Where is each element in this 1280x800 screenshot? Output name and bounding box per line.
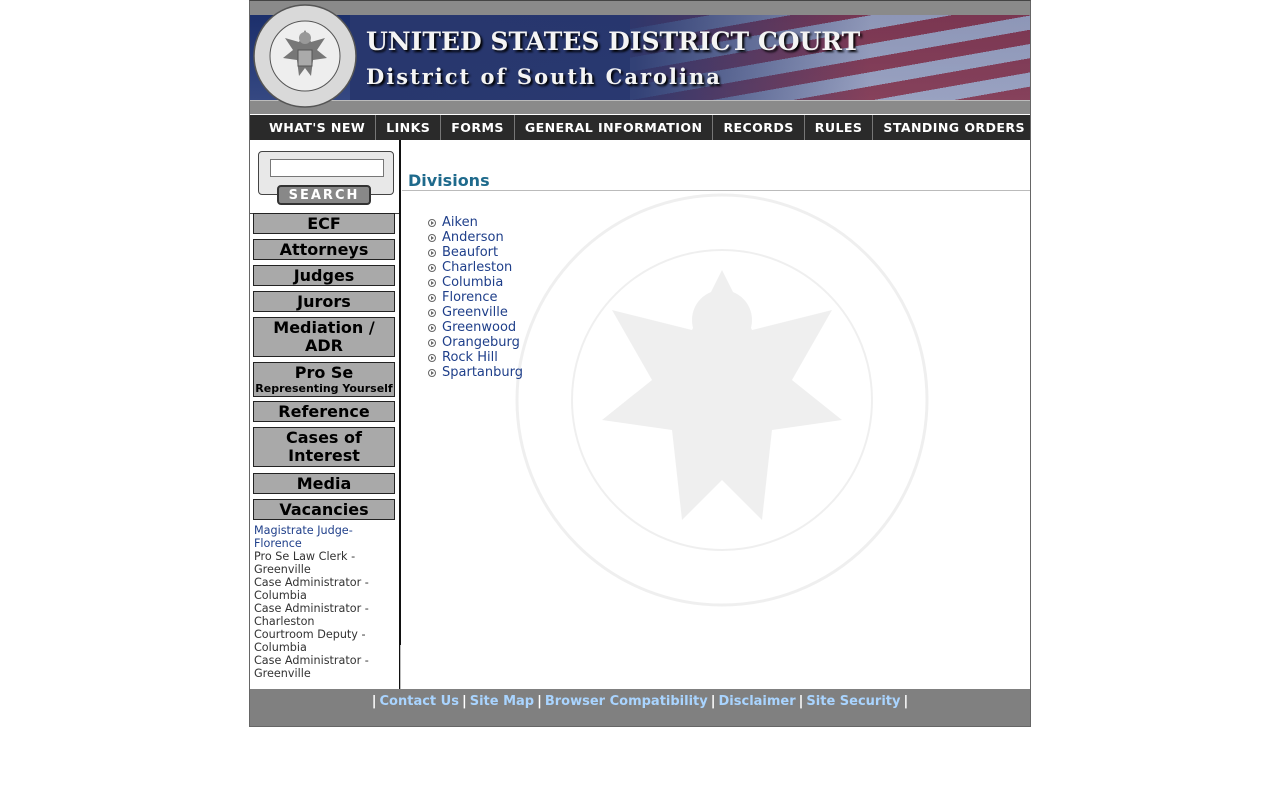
nav-item-records[interactable]: RECORDS [713,115,805,140]
sidebar-button-label: Cases of Interest [286,428,362,465]
division-link-columbia[interactable]: Columbia [442,275,503,290]
division-item: Spartanburg [428,365,523,380]
bullet-icon [428,218,436,227]
sidebar-button-jurors[interactable]: Jurors [253,291,395,312]
sidebar-button-ecf[interactable]: ECF [253,213,395,234]
sidebar-button-attorneys[interactable]: Attorneys [253,239,395,260]
nav-item-rules[interactable]: RULES [805,115,874,140]
nav-item-standing-orders[interactable]: STANDING ORDERS [873,115,1035,140]
nav-item-links[interactable]: LINKS [376,115,442,140]
court-seal-logo [253,4,357,108]
division-link-aiken[interactable]: Aiken [442,215,478,230]
sidebar-button-reference[interactable]: Reference [253,401,395,422]
vacancy-item[interactable]: Magistrate Judge- Florence [254,524,394,550]
sidebar-button-cases-of-interest[interactable]: Cases of Interest [253,427,395,467]
main-content: Divisions Aiken Anderson Beaufort Charlesto… [402,140,1030,689]
sidebar-button-label: Judges [293,266,355,285]
sidebar-button-label: Jurors [297,292,351,311]
search-box: SEARCH [258,151,394,205]
nav-item-general-information[interactable]: GENERAL INFORMATION [515,115,714,140]
division-item: Orangeburg [428,335,523,350]
footer: | Contact Us | Site Map | Browser Compatibili… [250,689,1030,726]
search-input[interactable] [270,159,384,177]
section-title: Divisions [408,171,490,190]
separator: | [371,694,377,709]
division-link-orangeburg[interactable]: Orangeburg [442,335,520,350]
seal-watermark [515,193,929,607]
bullet-icon [428,263,436,272]
footer-link-site-map[interactable]: Site Map [470,694,534,709]
bullet-icon [428,368,436,377]
division-item: Charleston [428,260,523,275]
division-item: Rock Hill [428,350,523,365]
search-button[interactable]: SEARCH [277,185,371,205]
court-title: UNITED STATES DISTRICT COURT [366,27,861,56]
footer-link-site-security[interactable]: Site Security [806,694,900,709]
sidebar-button-pro-se[interactable]: Pro Se Representing Yourself [253,362,395,397]
sidebar-button-vacancies[interactable]: Vacancies [253,499,395,520]
separator: | [537,694,542,709]
division-item: Greenville [428,305,523,320]
divider [400,645,401,689]
sidebar-button-mediation-adr[interactable]: Mediation / ADR [253,317,395,357]
nav-item-forms[interactable]: FORMS [441,115,515,140]
sidebar: SEARCH ECF Attorneys Judges Jurors Mediation… [250,140,401,689]
division-link-rock-hill[interactable]: Rock Hill [442,350,498,365]
bullet-icon [428,248,436,257]
division-item: Anderson [428,230,523,245]
division-link-anderson[interactable]: Anderson [442,230,504,245]
division-item: Beaufort [428,245,523,260]
bullet-icon [428,308,436,317]
division-item: Columbia [428,275,523,290]
header-banner: UNITED STATES DISTRICT COURT District of… [250,1,1030,114]
division-link-greenwood[interactable]: Greenwood [442,320,516,335]
bullet-icon [428,353,436,362]
division-link-greenville[interactable]: Greenville [442,305,508,320]
division-item: Aiken [428,215,523,230]
sidebar-button-label: Reference [278,402,370,421]
sidebar-button-label: Media [296,474,352,493]
vacancy-item: Case Administrator - Greenville [254,654,369,680]
divider [402,190,1030,191]
vacancy-item: Courtroom Deputy - Columbia [254,628,366,654]
bullet-icon [428,233,436,242]
separator: | [710,694,716,709]
sidebar-button-judges[interactable]: Judges [253,265,395,286]
nav-item-what-s-new[interactable]: WHAT'S NEW [259,115,377,140]
top-navigation: WHAT'S NEW LINKS FORMS GENERAL INFORMATION R… [250,115,1030,140]
vacancy-list: Magistrate Judge- Florence Pro Se Law Cle… [254,524,394,680]
vacancy-item: Pro Se Law Clerk - Greenville [254,550,356,576]
separator: | [798,694,804,709]
division-item: Greenwood [428,320,523,335]
sidebar-button-sublabel: Representing Yourself [255,382,393,395]
court-subtitle: District of South Carolina [366,64,722,89]
banner-bottom-band [250,100,1030,114]
division-link-charleston[interactable]: Charleston [442,260,512,275]
bullet-icon [428,293,436,302]
sidebar-button-label: Pro Se [294,363,354,382]
bullet-icon [428,338,436,347]
division-link-beaufort[interactable]: Beaufort [442,245,498,260]
division-link-spartanburg[interactable]: Spartanburg [442,365,523,380]
vacancy-item: Case Administrator - Charleston [254,602,369,628]
sidebar-button-label: ECF [307,214,341,233]
sidebar-button-media[interactable]: Media [253,473,395,494]
separator: | [903,694,909,709]
footer-link-contact-us[interactable]: Contact Us [380,694,459,709]
division-link-florence[interactable]: Florence [442,290,498,305]
bullet-icon [428,278,436,287]
separator: | [461,694,467,709]
footer-link-browser-compatibility[interactable]: Browser Compatibility [545,694,708,709]
sidebar-button-label: Vacancies [279,500,369,519]
division-item: Florence [428,290,523,305]
vacancy-item: Case Administrator - Columbia [254,576,369,602]
sidebar-button-label: Mediation / ADR [273,318,375,355]
footer-link-disclaimer[interactable]: Disclaimer [719,694,796,709]
sidebar-button-label: Attorneys [279,240,369,259]
divisions-list: Aiken Anderson Beaufort Charleston Columbia F… [428,215,523,380]
bullet-icon [428,323,436,332]
page: UNITED STATES DISTRICT COURT District of… [249,0,1031,727]
